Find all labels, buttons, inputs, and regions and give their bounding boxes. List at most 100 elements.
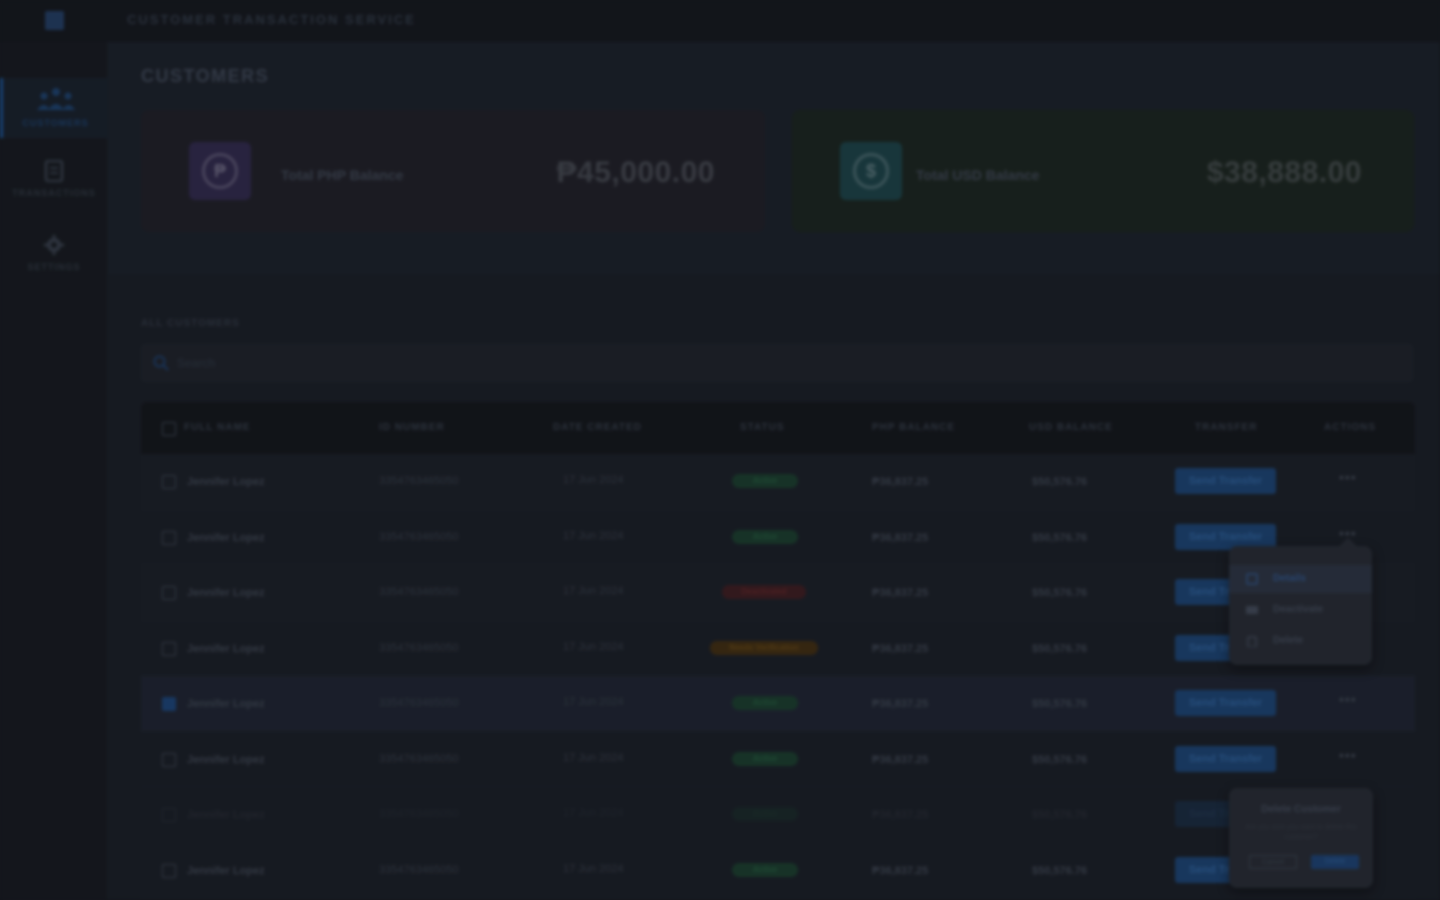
column-header[interactable]: PHP BALANCE [872, 422, 955, 433]
send-transfer-button[interactable]: Send Transfer [1175, 745, 1276, 772]
top-bar: CUSTOMER TRANSACTION SERVICE [0, 0, 1440, 42]
customer-name: Jennifer Lopez [187, 698, 265, 710]
table-row[interactable]: Jennifer Lopez 3354763465050 17 Jun 2024… [141, 509, 1415, 565]
table-row[interactable]: Jennifer Lopez 3354763465050 17 Jun 2024… [141, 620, 1415, 676]
more-actions-icon[interactable]: ••• [1339, 747, 1357, 763]
table-body: Jennifer Lopez 3354763465050 17 Jun 2024… [141, 454, 1415, 898]
status-badge: Active [732, 751, 798, 766]
date-created: 17 Jun 2024 [563, 862, 624, 875]
row-checkbox[interactable] [162, 752, 176, 767]
menu-item-details[interactable]: Details [1229, 565, 1372, 593]
customer-id: 3354763465050 [379, 863, 459, 876]
date-created: 17 Jun 2024 [563, 585, 624, 597]
cancel-button[interactable]: Cancel [1249, 855, 1297, 869]
usd-balance: $50,576.76 [1032, 476, 1088, 488]
column-header[interactable]: USD BALANCE [1029, 422, 1113, 433]
table-row[interactable]: Jennifer Lopez 3354763465050 17 Jun 2024… [141, 731, 1415, 787]
peso-icon: ₱ [189, 142, 251, 200]
usd-balance: $50,576.76 [1032, 809, 1088, 821]
users-icon [36, 88, 75, 110]
sidebar-item-label: TRANSACTIONS [12, 188, 96, 198]
status-badge: Active [732, 862, 798, 877]
row-checkbox[interactable] [162, 863, 176, 878]
search-bar[interactable] [141, 344, 1413, 382]
logo-icon[interactable] [45, 11, 64, 30]
customer-name: Jennifer Lopez [187, 642, 265, 655]
main-content: CUSTOMERS ₱ Total PHP Balance ₱45,000.00… [108, 42, 1440, 900]
receipt-icon [44, 160, 64, 182]
row-checkbox[interactable] [162, 586, 176, 600]
customer-name: Jennifer Lopez [187, 809, 265, 821]
php-balance: ₱36,837.25 [872, 642, 929, 655]
row-checkbox[interactable] [162, 475, 176, 489]
date-created: 17 Jun 2024 [563, 807, 624, 819]
customer-name: Jennifer Lopez [187, 753, 265, 766]
column-header[interactable]: DATE CREATED [553, 422, 642, 433]
more-actions-icon[interactable]: ••• [1339, 691, 1357, 707]
table-row[interactable]: Jennifer Lopez 3354763465050 17 Jun 2024… [141, 565, 1415, 621]
row-checkbox[interactable] [162, 808, 176, 822]
date-created: 17 Jun 2024 [563, 640, 624, 653]
status-badge: Active [732, 696, 798, 710]
trash-icon [1247, 636, 1257, 647]
sidebar-item-transactions[interactable]: TRANSACTIONS [0, 158, 108, 218]
customers-table: FULL NAME ID NUMBER DATE CREATED STATUS … [141, 402, 1415, 898]
usd-balance: $50,576.76 [1032, 753, 1088, 766]
confirm-title: Delete Customer [1261, 804, 1341, 815]
row-checkbox[interactable] [162, 530, 176, 545]
php-balance: ₱36,837.25 [872, 531, 929, 544]
send-transfer-button[interactable]: Send Transfer [1175, 468, 1276, 494]
gear-icon [44, 235, 64, 255]
column-header: ACTIONS [1324, 422, 1376, 433]
table-row[interactable]: Jennifer Lopez 3354763465050 17 Jun 2024… [141, 676, 1415, 732]
menu-item-delete[interactable]: Delete [1229, 627, 1372, 655]
usd-balance: $50,576.76 [1032, 642, 1088, 655]
table-header: FULL NAME ID NUMBER DATE CREATED STATUS … [141, 402, 1415, 454]
status-badge: Active [732, 807, 798, 821]
sidebar-item-customers[interactable]: CUSTOMERS [0, 78, 108, 138]
customer-id: 3354763465050 [379, 752, 459, 765]
status-badge: Active [732, 529, 798, 544]
menu-item-label: Delete [1273, 635, 1304, 646]
php-balance-card: ₱ Total PHP Balance ₱45,000.00 [141, 110, 765, 232]
section-label: ALL CUSTOMERS [141, 318, 240, 329]
customer-name: Jennifer Lopez [187, 531, 265, 544]
more-actions-icon[interactable]: ••• [1339, 469, 1357, 485]
summary-section: CUSTOMERS ₱ Total PHP Balance ₱45,000.00… [108, 42, 1440, 274]
status-badge: Active [732, 474, 798, 488]
menu-item-deactivate[interactable]: Deactivate [1229, 596, 1372, 624]
customer-name: Jennifer Lopez [187, 476, 265, 488]
table-row[interactable]: Jennifer Lopez 3354763465050 17 Jun 2024… [141, 842, 1415, 898]
column-header[interactable]: FULL NAME [184, 422, 251, 433]
customer-id: 3354763465050 [379, 697, 459, 709]
php-balance-amount: ₱45,000.00 [556, 156, 715, 189]
usd-balance: $50,576.76 [1032, 864, 1088, 877]
table-row[interactable]: Jennifer Lopez 3354763465050 17 Jun 2024… [141, 454, 1415, 510]
usd-balance: $50,576.76 [1032, 531, 1088, 544]
dollar-icon: $ [840, 142, 902, 200]
customer-name: Jennifer Lopez [187, 864, 265, 877]
confirm-delete-button[interactable]: Delete [1311, 855, 1359, 869]
search-input[interactable] [177, 353, 577, 373]
select-all-checkbox[interactable] [162, 422, 176, 436]
usd-balance-amount: $38,888.00 [1206, 156, 1362, 189]
column-header: TRANSFER [1195, 422, 1258, 433]
date-created: 17 Jun 2024 [563, 474, 624, 486]
row-checkbox[interactable] [162, 641, 176, 656]
column-header[interactable]: ID NUMBER [379, 422, 445, 433]
usd-balance: $50,576.76 [1032, 587, 1088, 599]
column-header[interactable]: STATUS [740, 422, 785, 433]
customer-name: Jennifer Lopez [187, 587, 265, 599]
usd-balance-label: Total USD Balance [916, 167, 1040, 183]
search-icon [153, 355, 169, 371]
usd-balance: $50,576.76 [1032, 698, 1088, 710]
menu-item-label: Deactivate [1273, 604, 1324, 615]
table-row[interactable]: Jennifer Lopez 3354763465050 17 Jun 2024… [141, 787, 1415, 843]
menu-item-label: Details [1273, 573, 1306, 584]
send-transfer-button[interactable]: Send Transfer [1175, 690, 1276, 716]
sidebar-item-settings[interactable]: SETTINGS [0, 232, 108, 292]
customer-id: 3354763465050 [379, 530, 459, 543]
details-icon [1246, 573, 1258, 585]
sidebar-item-label: SETTINGS [27, 262, 81, 272]
row-checkbox[interactable] [162, 697, 176, 711]
